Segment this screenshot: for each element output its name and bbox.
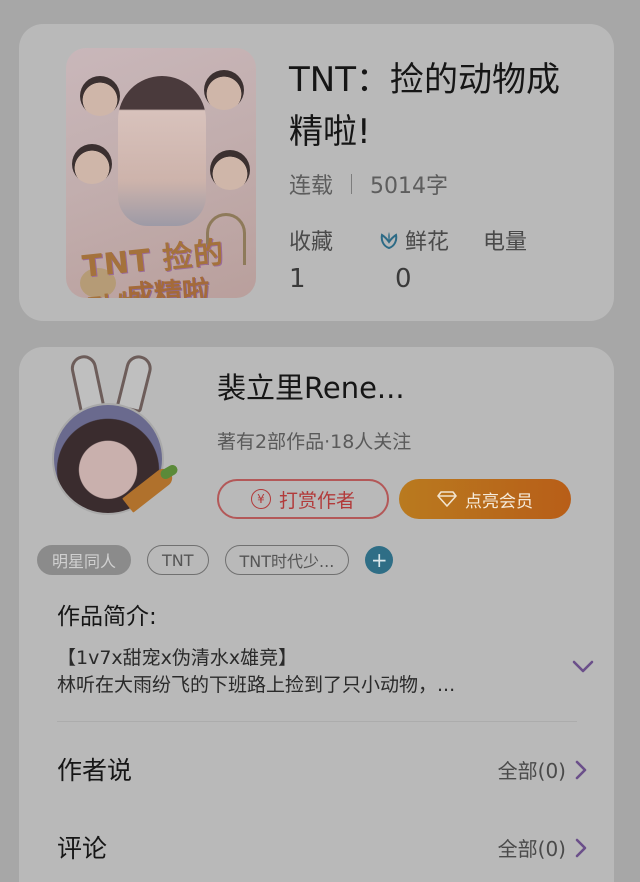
reward-author-button[interactable]: ¥ 打赏作者 [217,479,389,519]
tag-item[interactable]: TNT时代少... [224,545,350,575]
flower-icon [380,232,398,250]
cover-art-subtitle: 成精啦 [125,274,212,298]
add-tag-button[interactable]: + [365,546,394,574]
yen-icon: ¥ [250,489,271,509]
intro-heading: 作品简介: [57,604,157,630]
book-title: TNT：捡的动物成精啦! [289,60,560,152]
book-cover-image[interactable]: TNT 捡的动物 成精啦 [66,48,256,298]
book-meta: 连载 5014字 [289,168,448,200]
stat-favorites-value: 1 [289,264,306,294]
book-word-count: 5014字 [370,174,449,199]
cover-chibi-decoration [80,76,120,116]
author-notes-count: 全部(0) [497,759,566,783]
stat-flowers-value: 0 [395,264,412,294]
cover-chibi-decoration [72,144,112,184]
meta-divider [351,174,353,194]
author-summary: 著有2部作品·18人关注 [217,431,412,453]
stat-flowers[interactable]: 鲜花 [377,224,449,256]
chevron-right-icon [575,760,587,779]
cover-portrait [118,76,206,226]
tag-item[interactable]: TNT [147,545,209,575]
intro-text[interactable]: 【1v7x甜宠x伪清水x雄竞】 林听在大雨纷飞的下班路上捡到了只小动物，... [57,645,537,697]
comments-action[interactable]: 全部(0) [498,833,588,862]
divider [57,721,577,722]
author-notes-label: 作者说 [57,756,133,785]
comments-count: 全部(0) [497,837,566,861]
cover-chibi-decoration [210,150,250,190]
book-status: 连载 [289,174,334,199]
book-info-card: TNT 捡的动物 成精啦 TNT：捡的动物成精啦! 连载 5014字 收藏 鲜花… [19,24,614,321]
stat-favorites-label[interactable]: 收藏 [289,224,333,256]
chevron-right-icon [575,838,587,857]
intro-line: 林听在大雨纷飞的下班路上捡到了只小动物，... [57,674,456,696]
author-avatar[interactable] [52,352,192,525]
intro-line: 【1v7x甜宠x伪清水x雄竞】 [57,647,298,669]
tag-list: 明星同人 TNT TNT时代少... + [37,545,394,575]
author-name[interactable]: 裴立里Rene... [217,365,405,407]
stat-power-label[interactable]: 电量 [483,224,527,256]
cover-chibi-decoration [204,70,244,110]
reward-author-label: 打赏作者 [278,489,355,512]
author-notes-action[interactable]: 全部(0) [498,755,588,784]
book-stats-labels: 收藏 鲜花 电量 [289,224,527,256]
author-info-card: 裴立里Rene... 著有2部作品·18人关注 ¥ 打赏作者 点亮会员 明星同人… [19,347,614,882]
chevron-down-icon[interactable] [571,659,595,675]
diamond-icon [437,491,457,507]
stat-flowers-label: 鲜花 [405,230,450,255]
tag-item[interactable]: 明星同人 [37,545,132,575]
activate-vip-button[interactable]: 点亮会员 [399,479,571,519]
activate-vip-label: 点亮会员 [465,491,533,512]
comments-label: 评论 [57,834,108,863]
